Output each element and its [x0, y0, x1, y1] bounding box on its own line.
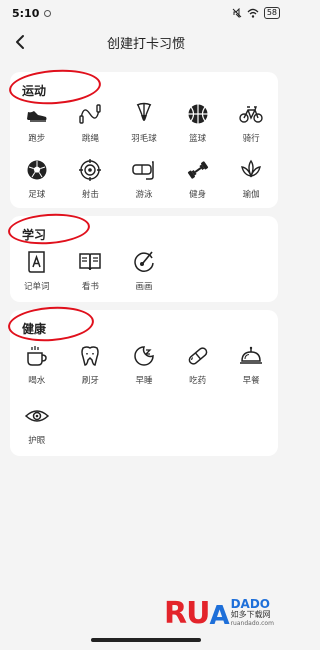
- habit-reading[interactable]: 看书: [64, 250, 118, 296]
- badminton-icon: [136, 102, 152, 121]
- habit-label: 羽毛球: [131, 134, 157, 144]
- watermark-subtitle: 如多下载网: [230, 610, 271, 619]
- habit-shooting[interactable]: 射击: [64, 158, 118, 204]
- section-health: 健康 喝水 刷牙 早睡 吃药 早餐 护眼: [6, 304, 278, 456]
- habit-grid: 跑步 跳绳 羽毛球 篮球 骑行 足球 射击 游泳 健身 瑜伽: [10, 102, 278, 204]
- habit-breakfast[interactable]: 早餐: [224, 344, 278, 390]
- cup-icon: [27, 346, 47, 366]
- pill-icon: [188, 347, 207, 365]
- habit-label: 射击: [81, 190, 99, 200]
- habit-label: 跑步: [28, 134, 46, 144]
- habit-yoga[interactable]: 瑜伽: [224, 158, 278, 204]
- status-bar: 5:10 58: [0, 0, 292, 26]
- notification-dot-icon: [44, 9, 52, 17]
- wifi-icon: [247, 8, 259, 18]
- jump-rope-icon: [79, 104, 102, 124]
- target-icon: [79, 159, 102, 181]
- habit-label: 游泳: [135, 190, 153, 200]
- back-button[interactable]: [8, 30, 32, 54]
- habit-cycling[interactable]: 骑行: [224, 102, 278, 148]
- chevron-left-icon: [16, 35, 24, 49]
- habit-label: 瑜伽: [242, 190, 260, 200]
- habit-label: 画画: [135, 282, 153, 292]
- habit-running[interactable]: 跑步: [10, 102, 64, 148]
- lotus-icon: [241, 159, 262, 178]
- swim-goggles-icon: [132, 161, 154, 180]
- habit-label: 早餐: [242, 376, 260, 386]
- habit-vocabulary[interactable]: 记单词: [10, 250, 64, 296]
- habit-label: 护眼: [28, 436, 46, 446]
- section-study: 学习 记单词 看书 画画: [7, 211, 278, 302]
- habit-grid: 记单词 看书 画画: [10, 250, 278, 296]
- habit-label: 足球: [28, 190, 46, 200]
- habit-basketball[interactable]: 篮球: [171, 102, 225, 148]
- basketball-icon: [188, 104, 208, 124]
- habit-label: 早睡: [135, 376, 153, 386]
- tooth-icon: [81, 346, 100, 366]
- watermark-logo: RU A DADO 如多下载网 ruandado.com: [164, 596, 274, 631]
- habit-drink-water[interactable]: 喝水: [10, 344, 64, 390]
- status-time: 5:10: [12, 6, 40, 20]
- home-indicator[interactable]: [91, 638, 201, 642]
- food-cloche-icon: [240, 346, 263, 364]
- habit-take-medicine[interactable]: 吃药: [171, 344, 225, 390]
- mute-icon: [232, 8, 242, 18]
- habit-label: 刷牙: [81, 376, 99, 386]
- running-shoe-icon: [26, 111, 47, 122]
- habit-label: 跳绳: [81, 134, 99, 144]
- habit-label: 健身: [189, 190, 207, 200]
- habit-label: 喝水: [28, 376, 46, 386]
- red-annotation-circle: [7, 211, 91, 247]
- habit-eye-care[interactable]: 护眼: [10, 404, 64, 450]
- red-annotation-circle: [6, 304, 96, 344]
- habit-label: 骑行: [242, 134, 260, 144]
- watermark-domain: ruandado.com: [230, 620, 274, 627]
- soccer-ball-icon: [27, 160, 47, 180]
- habit-sleep-early[interactable]: 早睡: [117, 344, 171, 390]
- top-nav: 创建打卡习惯: [0, 26, 292, 58]
- palette-icon: [134, 251, 154, 272]
- habit-label: 记单词: [24, 282, 50, 292]
- habit-badminton[interactable]: 羽毛球: [117, 102, 171, 148]
- habit-label: 篮球: [189, 134, 207, 144]
- habit-soccer[interactable]: 足球: [10, 158, 64, 204]
- eye-icon: [24, 410, 49, 422]
- section-sports: 运动 跑步 跳绳 羽毛球 篮球 骑行 足球 射击 游泳 健身 瑜伽: [7, 66, 278, 208]
- battery-indicator: 58: [263, 7, 280, 19]
- moon-sleep-icon: [134, 346, 154, 366]
- habit-label: 看书: [81, 282, 99, 292]
- habit-jump-rope[interactable]: 跳绳: [64, 102, 118, 148]
- habit-fitness[interactable]: 健身: [171, 158, 225, 204]
- dumbbell-icon: [187, 161, 208, 179]
- bicycle-icon: [239, 106, 263, 123]
- habit-drawing[interactable]: 画画: [117, 250, 171, 296]
- page-title: 创建打卡习惯: [106, 36, 185, 52]
- book-icon: [79, 253, 102, 271]
- habit-label: 吃药: [189, 376, 207, 386]
- vocabulary-icon: [28, 251, 45, 273]
- habit-grid: 喝水 刷牙 早睡 吃药 早餐 护眼: [10, 344, 278, 450]
- habit-swimming[interactable]: 游泳: [117, 158, 171, 204]
- habit-brush-teeth[interactable]: 刷牙: [64, 344, 118, 390]
